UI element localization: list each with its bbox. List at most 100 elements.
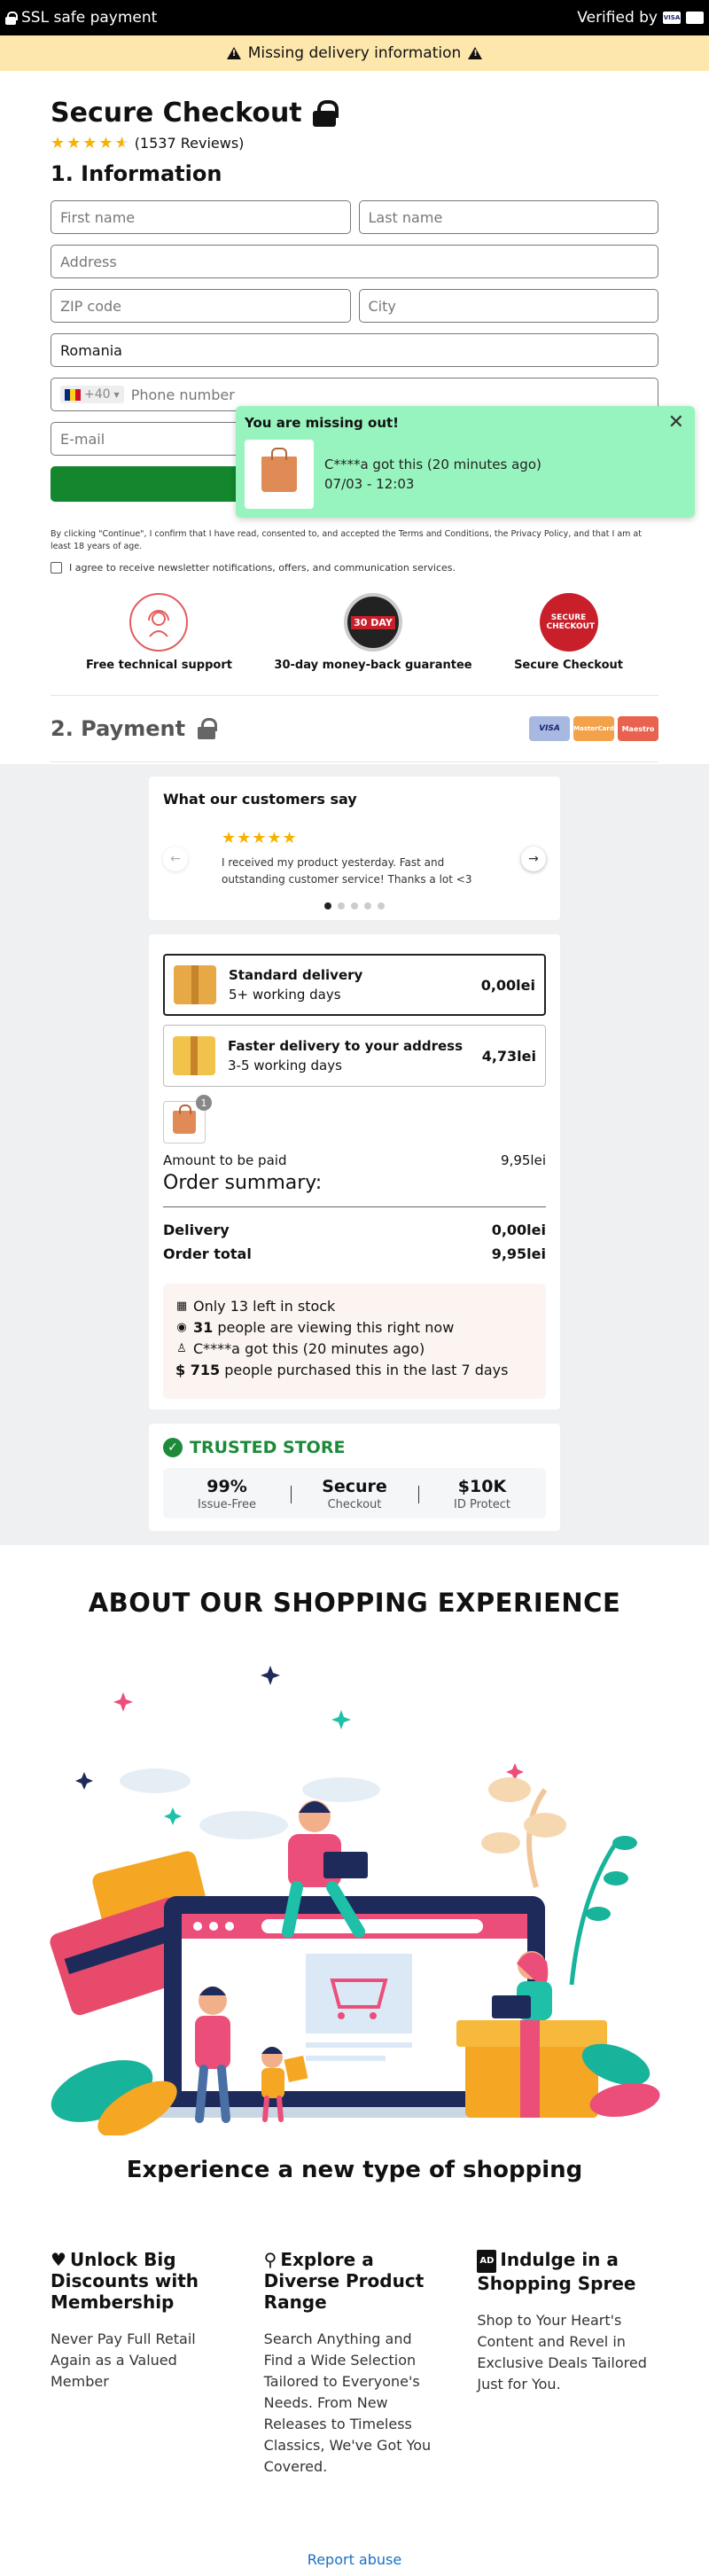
country-select[interactable]: Romania [51,333,658,367]
shopping-bag-icon [173,1105,196,1134]
recent-text: C****a got this (20 minutes ago) [193,1340,425,1357]
feature-text: Never Pay Full Retail Again as a Valued … [51,2330,196,2390]
trust-stat: 99% Issue-Free [163,1477,291,1511]
amount-value: 9,95lei [501,1152,546,1168]
report-abuse-link[interactable]: Report abuse [0,2551,709,2568]
heart-icon: ♥ [51,2249,66,2270]
badge-secure: SECURE CHECKOUT Secure Checkout [514,593,623,672]
phone-country-select[interactable]: +40 ▼ [60,386,124,403]
order-panel: Standard delivery 5+ working days 0,00le… [149,934,560,1409]
city-field[interactable]: City [358,289,658,323]
sparkles [75,1666,524,1825]
rating-stars: ★★★★★★ [51,134,131,152]
check-circle-icon: ✓ [163,1438,183,1457]
feature-text: Shop to Your Heart's Content and Revel i… [477,2311,647,2393]
lock-icon [198,718,218,739]
newsletter-option[interactable]: I agree to receive newsletter notificati… [51,562,658,574]
continue-button[interactable] [51,466,245,502]
first-name-field[interactable]: First name [51,200,351,234]
missing-info-banner: Missing delivery information [0,35,709,71]
eye-icon: ◉ [176,1321,187,1334]
carousel-dot[interactable] [324,902,331,909]
trust-stat-value: $10K [457,1477,507,1496]
stock-text: Only 13 left in stock [193,1298,336,1315]
delivery-row: Delivery 0,00lei [163,1222,546,1238]
last-name-field[interactable]: Last name [358,200,658,234]
shipping-name: Faster delivery to your address [228,1038,464,1054]
shipping-name: Standard delivery [229,967,363,983]
trusted-store-panel: ✓ TRUSTED STORE 99% Issue-Free Secure Ch… [149,1424,560,1531]
trusted-header: ✓ TRUSTED STORE [163,1438,546,1457]
total-label: Order total [163,1245,252,1262]
trust-stat-label: Issue-Free [198,1498,256,1511]
payment-title-text: 2. Payment [51,716,186,741]
lock-icon [5,11,18,25]
feature-text: Search Anything and Find a Wide Selectio… [263,2330,432,2475]
divider [163,1206,546,1207]
recent-purchase-line: ♙ C****a got this (20 minutes ago) [175,1339,534,1360]
stock-line: ▦ Only 13 left in stock [175,1296,534,1317]
trust-stat-value: Secure [322,1477,387,1496]
viewers-count: 31 [193,1319,214,1336]
newsletter-checkbox[interactable] [51,562,62,574]
badge-guarantee: 30 DAY 30-day money-back guarantee [274,593,472,672]
warning-icon [226,47,241,59]
carousel-dot[interactable] [338,902,345,909]
mastercard-card-icon: MasterCard [573,716,614,741]
ad-icon: AD [477,2249,497,2273]
cart-item-thumbnail: 1 [163,1095,212,1144]
package-icon [174,965,216,1004]
close-icon[interactable]: ✕ [668,411,684,433]
delivery-value: 0,00lei [491,1222,546,1238]
feature-item: ⚲ Explore a Diverse Product Range Search … [264,2249,446,2478]
feature-title: ♥ Unlock Big Discounts with Membership [51,2249,232,2313]
carousel-next-button[interactable]: → [521,846,546,871]
visa-card-icon: VISA [529,716,570,741]
carousel-dot[interactable] [378,902,385,909]
amount-row: Amount to be paid 9,95lei [163,1152,546,1168]
trust-stat-label: Checkout [327,1498,382,1511]
purchased-text: people purchased this in the last 7 days [220,1362,509,1378]
carousel-dots [163,902,546,909]
carousel-prev-button[interactable]: ← [163,846,188,871]
cart-quantity-badge: 1 [196,1095,212,1111]
purchased-line: $ 715 people purchased this in the last … [175,1360,534,1381]
romania-flag-icon [65,388,81,401]
trusted-title: TRUSTED STORE [190,1438,346,1457]
feature-title: AD Indulge in a Shopping Spree [477,2249,658,2294]
shipping-option-standard[interactable]: Standard delivery 5+ working days 0,00le… [163,954,546,1016]
secure-checkout-seal-icon: SECURE CHECKOUT [539,593,598,652]
package-icon [173,1036,215,1075]
carousel-dot[interactable] [364,902,371,909]
ssl-text: SSL safe payment [21,9,158,27]
review-stars: ★★★★★ [222,829,298,847]
review-text: I received my product yesterday. Fast an… [222,856,472,886]
feature-title: ⚲ Explore a Diverse Product Range [264,2249,446,2313]
social-proof-box: ▦ Only 13 left in stock ◉ 31 people are vi… [163,1284,546,1399]
trust-stats: 99% Issue-Free Secure Checkout $10K ID P… [163,1468,546,1518]
badge-support: Free technical support [86,593,232,672]
delivery-label: Delivery [163,1222,230,1238]
shipping-option-fast[interactable]: Faster delivery to your address 3-5 work… [163,1025,546,1087]
features-list: ♥ Unlock Big Discounts with Membership Ne… [51,2249,658,2478]
ssl-bar: SSL safe payment Verified by VISA [0,0,709,35]
ssl-info: SSL safe payment [5,9,157,27]
feature-item: ♥ Unlock Big Discounts with Membership Ne… [51,2249,232,2478]
address-field[interactable]: Address [51,245,658,278]
zip-code-field[interactable]: ZIP code [51,289,351,323]
visa-card-icon: VISA [663,12,681,24]
calendar-icon: ▦ [175,1300,188,1313]
secure-seal-text: SECURE CHECKOUT [546,613,596,631]
payment-section-header[interactable]: 2. Payment VISA MasterCard Maestro [51,696,658,761]
feature-item: AD Indulge in a Shopping Spree Shop to Yo… [477,2249,658,2478]
recent-purchase-popup: You are missing out! ✕ C****a got this (… [236,406,695,518]
carousel-dot[interactable] [351,902,358,909]
user-icon: ♙ [176,1342,187,1355]
search-icon: ⚲ [263,2249,277,2270]
popup-time: 07/03 - 12:03 [324,476,415,492]
trust-stat: $10K ID Protect [418,1477,546,1511]
feature-title-text: Unlock Big Discounts with Membership [51,2249,199,2313]
verified-info: Verified by VISA [577,9,704,27]
shipping-price: 4,73lei [481,1047,536,1065]
trust-stat: Secure Checkout [291,1477,418,1511]
